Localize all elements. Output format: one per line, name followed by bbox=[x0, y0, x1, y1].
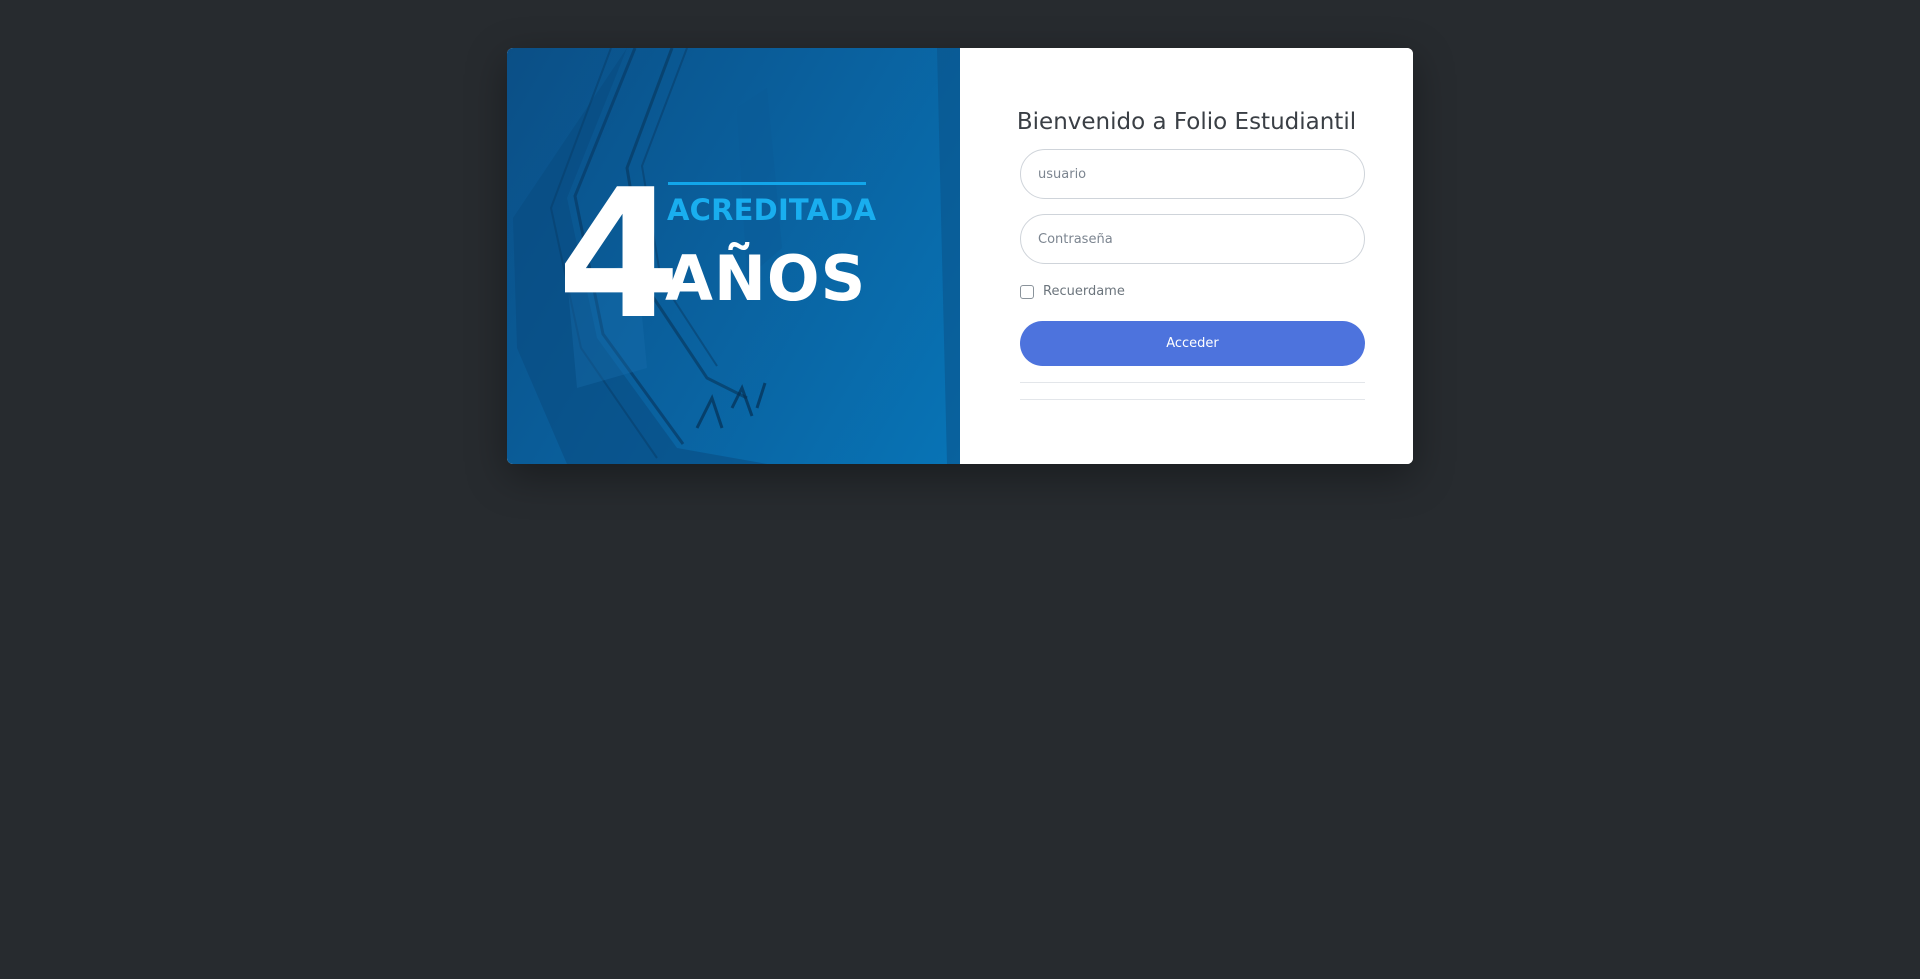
remember-me[interactable]: Recuerdame bbox=[1020, 284, 1125, 299]
divider bbox=[1020, 399, 1365, 400]
accredited-label: ACREDITADA bbox=[667, 193, 877, 227]
accreditation-banner: 4 ACREDITADA AÑOS bbox=[507, 48, 960, 464]
years-label: AÑOS bbox=[665, 242, 867, 315]
login-form: Bienvenido a Folio Estudiantil Recuerdam… bbox=[960, 48, 1413, 464]
password-input[interactable] bbox=[1020, 214, 1365, 264]
remember-label: Recuerdame bbox=[1043, 284, 1125, 299]
username-input[interactable] bbox=[1020, 149, 1365, 199]
login-button[interactable]: Acceder bbox=[1020, 321, 1365, 366]
accreditation-years-number: 4 bbox=[557, 151, 681, 358]
divider bbox=[1020, 382, 1365, 383]
login-card: 4 ACREDITADA AÑOS Bienvenido a Folio Est… bbox=[507, 48, 1413, 464]
page-title: Bienvenido a Folio Estudiantil bbox=[1016, 109, 1357, 136]
remember-checkbox[interactable] bbox=[1020, 284, 1034, 299]
accent-rule bbox=[668, 182, 866, 185]
